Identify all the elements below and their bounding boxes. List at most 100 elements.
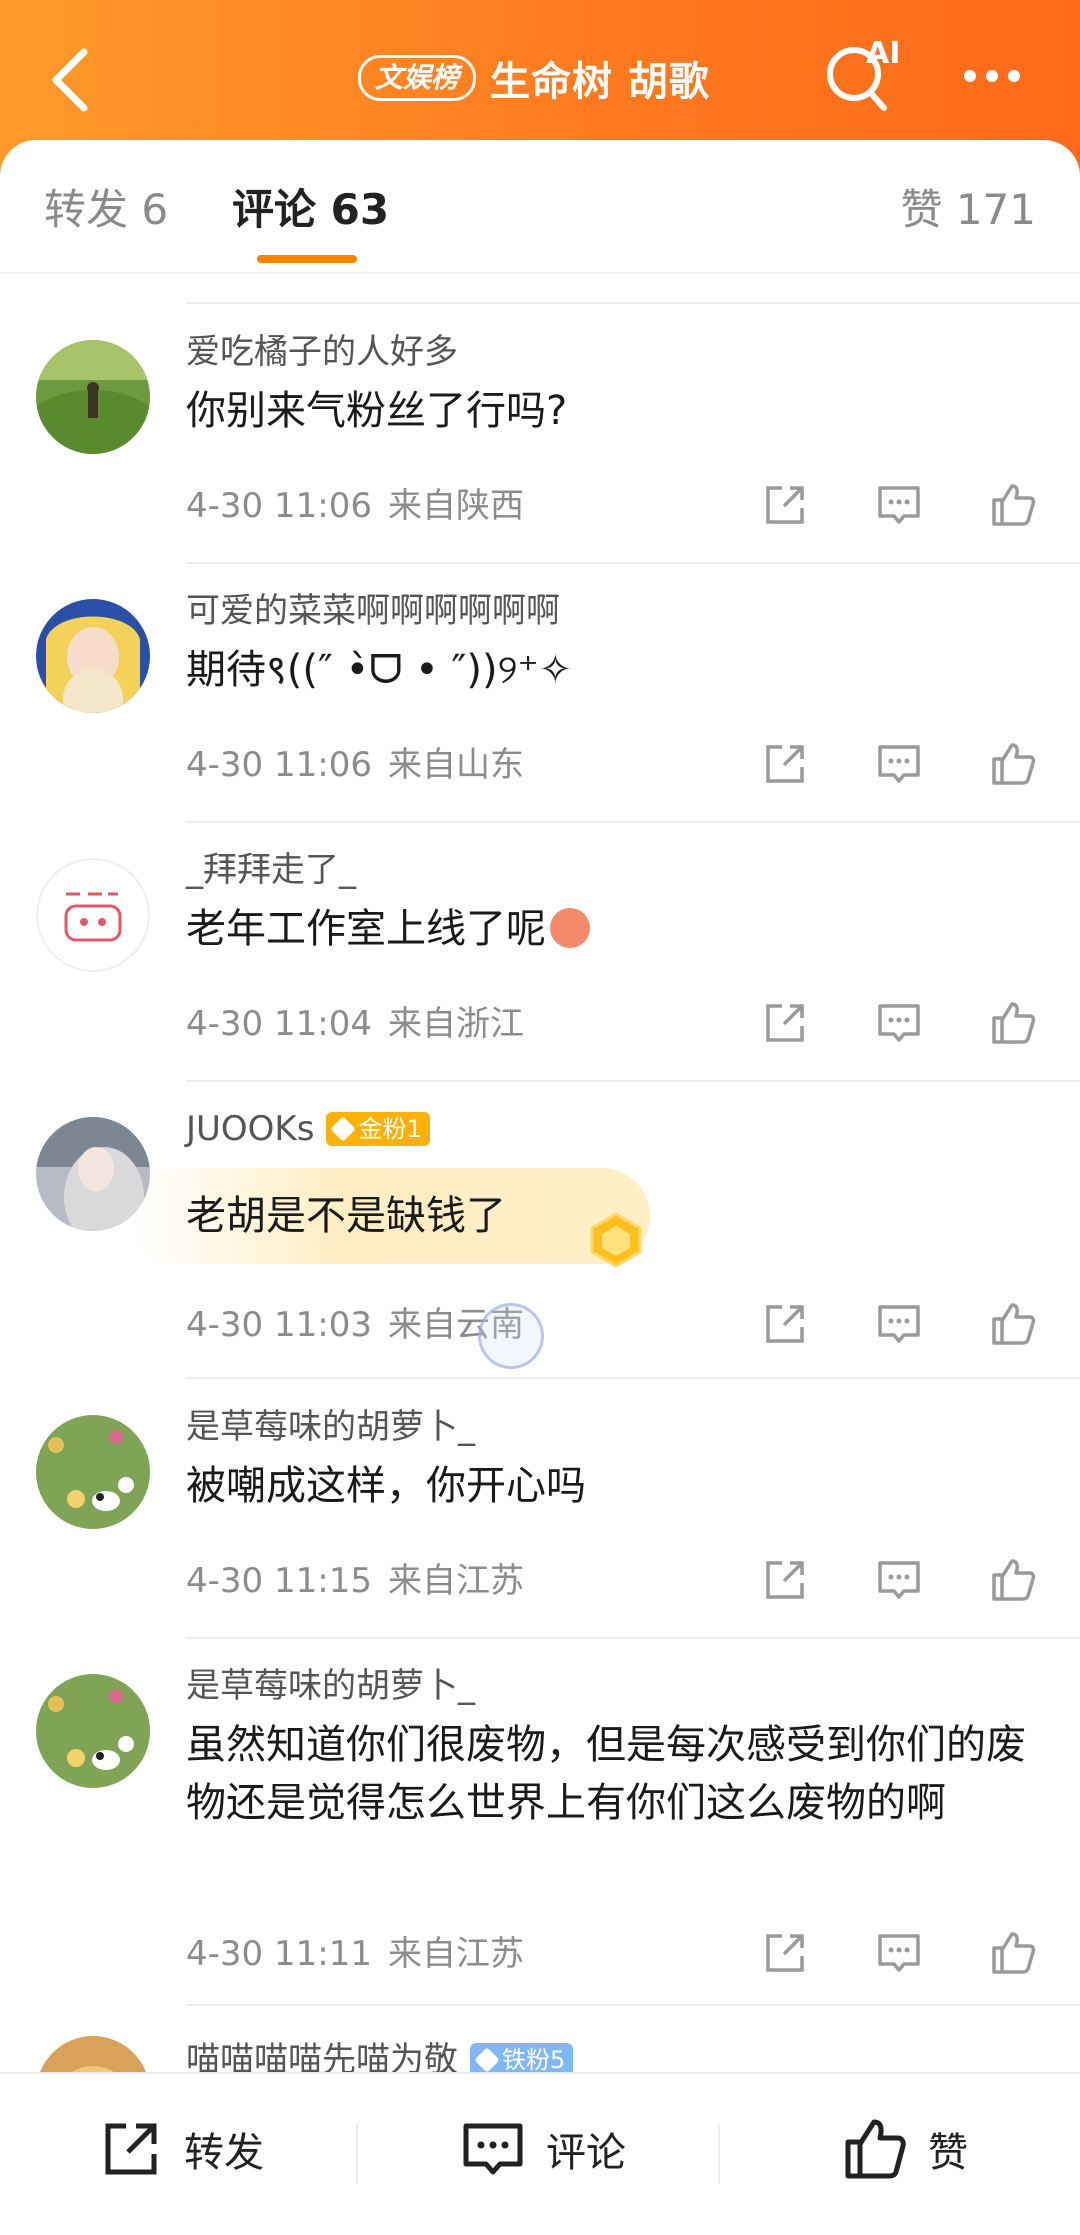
comment-actions — [760, 739, 1050, 789]
comment-time: 4-30 11:06 — [186, 486, 372, 526]
comment-time: 4-30 11:06 — [186, 745, 372, 785]
comment-username[interactable]: 是草莓味的胡萝卜_ — [186, 1405, 475, 1449]
divider — [186, 2004, 1080, 2006]
share-icon[interactable] — [760, 998, 810, 1048]
like-button[interactable]: 赞 — [840, 2114, 968, 2184]
bottom-action-bar: 转发 评论 赞 — [0, 2072, 1080, 2235]
comment-username[interactable]: 可爱的菜菜啊啊啊啊啊啊 — [186, 589, 560, 633]
like-icon[interactable] — [988, 1299, 1038, 1349]
ai-search-button[interactable]: AI — [822, 36, 912, 116]
username-text[interactable]: 是草莓味的胡萝卜_ — [186, 1405, 475, 1449]
comment-actions — [760, 1299, 1050, 1349]
gold-fan-badge[interactable]: 金粉1 — [326, 1112, 430, 1146]
reply-icon[interactable] — [874, 998, 924, 1048]
like-icon[interactable] — [988, 998, 1038, 1048]
page-title: 生命树 胡歌 — [490, 59, 710, 105]
like-icon[interactable] — [988, 480, 1038, 530]
username-text[interactable]: _拜拜走了_ — [186, 848, 356, 892]
touch-indicator — [478, 1303, 544, 1369]
reply-icon[interactable] — [874, 1928, 924, 1978]
reply-icon[interactable] — [874, 480, 924, 530]
like-icon[interactable] — [988, 739, 1038, 789]
divider — [718, 2124, 720, 2184]
back-arrow-icon[interactable] — [40, 40, 100, 120]
comment-time: 4-30 11:15 — [186, 1561, 372, 1601]
username-text[interactable]: JUOOKs — [186, 1107, 314, 1151]
comment-time: 4-30 11:03 — [186, 1305, 372, 1345]
divider — [186, 821, 1080, 823]
comment-actions — [760, 998, 1050, 1048]
comment-location: 来自山东 — [387, 745, 524, 785]
comment-location: 来自江苏 — [387, 1934, 524, 1974]
comment-body: 老年工作室上线了呢 — [186, 906, 546, 952]
laughing-emoji-icon — [550, 908, 590, 948]
tab-like[interactable]: 赞 171 — [900, 180, 1036, 240]
thumbs-up-icon — [845, 2119, 906, 2179]
reply-icon[interactable] — [874, 739, 924, 789]
share-icon[interactable] — [760, 1555, 810, 1605]
divider — [186, 562, 1080, 564]
comment-text: 你别来气粉丝了行吗? — [186, 388, 568, 434]
comment-actions — [760, 1928, 1050, 1978]
tab-comment[interactable]: 评论 63 — [232, 180, 389, 240]
comment-text: 被嘲成这样，你开心吗 — [186, 1463, 586, 1509]
ai-label: AI — [866, 36, 901, 71]
badge-label: 金粉1 — [358, 1115, 422, 1143]
avatar[interactable] — [36, 1674, 150, 1788]
reply-icon[interactable] — [874, 1555, 924, 1605]
username-text[interactable]: 可爱的菜菜啊啊啊啊啊啊 — [186, 589, 560, 633]
share-icon[interactable] — [760, 1928, 810, 1978]
comment-username[interactable]: 是草莓味的胡萝卜_ — [186, 1664, 475, 1708]
comment-actions — [760, 1555, 1050, 1605]
diamond-icon — [474, 2047, 500, 2073]
ranking-badge: 文娱榜 — [358, 55, 477, 101]
avatar[interactable] — [36, 599, 150, 713]
like-icon[interactable] — [988, 1555, 1038, 1605]
comment-location: 来自江苏 — [387, 1561, 524, 1601]
comment-meta: 4-30 11:11 来自江苏 — [186, 1932, 524, 1976]
comment-username[interactable]: 爱吃橘子的人好多 — [186, 330, 458, 374]
active-tab-indicator — [257, 255, 357, 263]
comment-text: 期待९((″ •̀ᗜ • ″))୨⁺✧ — [186, 647, 573, 693]
tab-bar: 转发 6 评论 63 赞 171 — [0, 140, 1080, 275]
comment-time: 4-30 11:04 — [186, 1004, 372, 1044]
divider — [186, 302, 1080, 304]
comment-actions — [760, 480, 1050, 530]
comment-meta: 4-30 11:06 来自陕西 — [186, 484, 524, 528]
tab-repost[interactable]: 转发 6 — [44, 180, 168, 240]
comment-label: 评论 — [546, 2130, 626, 2176]
gold-medal-icon — [590, 1212, 642, 1268]
avatar[interactable] — [36, 1117, 150, 1231]
divider — [0, 272, 1080, 274]
reply-icon[interactable] — [874, 1299, 924, 1349]
hot-topic-title[interactable]: 文娱榜 生命树 胡歌 — [358, 48, 710, 108]
username-text[interactable]: 是草莓味的胡萝卜_ — [186, 1664, 475, 1708]
more-options-icon[interactable] — [964, 56, 1034, 96]
avatar[interactable] — [36, 340, 150, 454]
comment-location: 来自浙江 — [387, 1004, 524, 1044]
divider — [186, 1637, 1080, 1639]
comment-text: 虽然知道你们很废物，但是每次感受到你们的废物还是觉得怎么世界上有你们这么废物的啊 — [186, 1722, 1026, 1826]
divider — [186, 1080, 1080, 1082]
like-label: 赞 — [928, 2130, 968, 2176]
like-icon[interactable] — [988, 1928, 1038, 1978]
repost-label: 转发 — [184, 2130, 264, 2176]
comment-icon — [463, 2123, 523, 2175]
comment-username[interactable]: JUOOKs 金粉1 — [186, 1107, 430, 1151]
comment-time: 4-30 11:11 — [186, 1934, 372, 1974]
comment-meta: 4-30 11:03 来自云南 — [186, 1303, 524, 1347]
avatar[interactable] — [36, 858, 150, 972]
comment-location: 来自陕西 — [387, 486, 524, 526]
comment-button[interactable]: 评论 — [458, 2114, 626, 2184]
comment-meta: 4-30 11:06 来自山东 — [186, 743, 524, 787]
repost-button[interactable]: 转发 — [96, 2114, 264, 2184]
share-icon[interactable] — [760, 739, 810, 789]
share-icon[interactable] — [760, 480, 810, 530]
username-text[interactable]: 爱吃橘子的人好多 — [186, 330, 458, 374]
comment-meta: 4-30 11:04 来自浙江 — [186, 1002, 524, 1046]
avatar[interactable] — [36, 1415, 150, 1529]
share-icon[interactable] — [760, 1299, 810, 1349]
comment-username[interactable]: _拜拜走了_ — [186, 848, 356, 892]
divider — [356, 2124, 358, 2184]
comment-meta: 4-30 11:15 来自江苏 — [186, 1559, 524, 1603]
